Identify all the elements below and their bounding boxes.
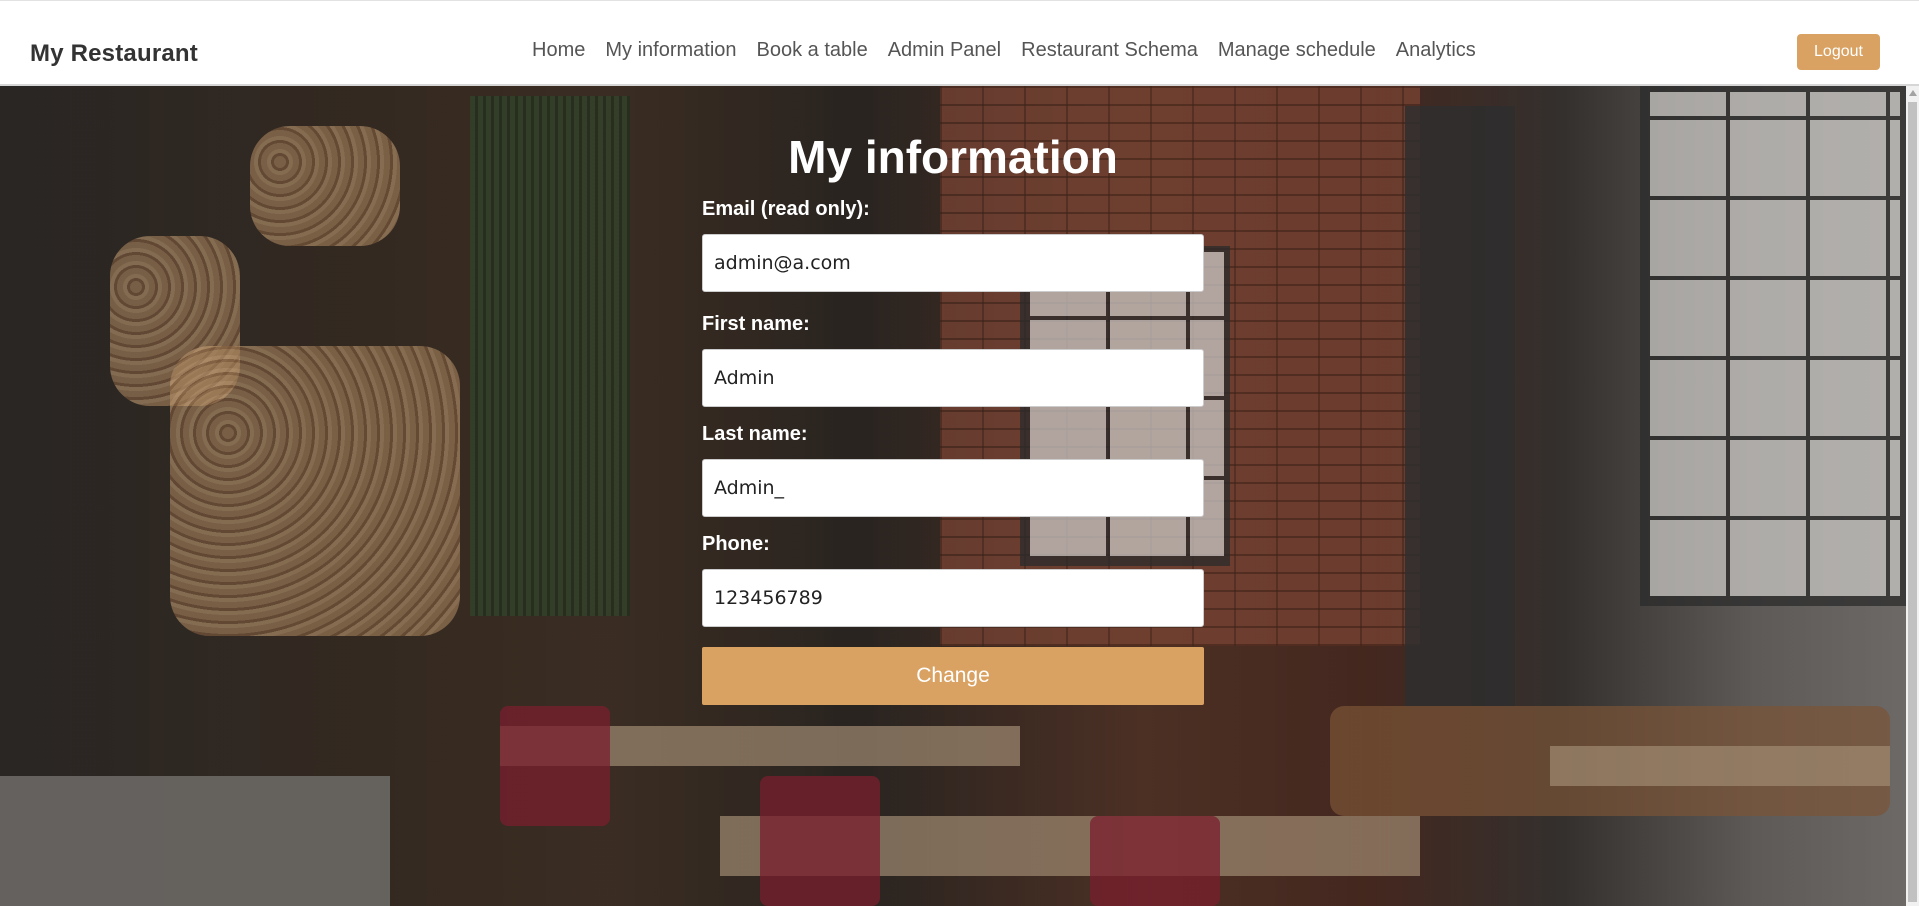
first-name-field[interactable] [702, 349, 1204, 407]
nav-link-restaurant-schema[interactable]: Restaurant Schema [1011, 39, 1208, 62]
first-name-label: First name: [702, 313, 810, 335]
top-navbar: My Restaurant Home My information Book a… [0, 0, 1919, 86]
scrollbar-thumb[interactable] [1908, 102, 1917, 902]
nav-link-analytics[interactable]: Analytics [1386, 39, 1486, 62]
scroll-up-icon[interactable] [1909, 90, 1917, 96]
page-scrollbar[interactable] [1906, 86, 1919, 906]
bar-counter [0, 776, 390, 906]
main-nav: Home My information Book a table Admin P… [532, 39, 1486, 62]
last-name-label: Last name: [702, 423, 808, 445]
firewood-stack [170, 346, 460, 636]
brand-logo[interactable]: My Restaurant [30, 40, 198, 68]
dining-chair [760, 776, 880, 906]
page-title: My information [788, 131, 1118, 183]
phone-label: Phone: [702, 533, 770, 555]
change-button[interactable]: Change [702, 647, 1204, 705]
phone-field[interactable] [702, 569, 1204, 627]
nav-link-admin-panel[interactable]: Admin Panel [878, 39, 1011, 62]
last-name-field[interactable] [702, 459, 1204, 517]
email-field[interactable] [702, 234, 1204, 292]
firewood-stack [250, 126, 400, 246]
nav-link-manage-schedule[interactable]: Manage schedule [1208, 39, 1386, 62]
nav-link-my-information[interactable]: My information [595, 39, 746, 62]
dining-chair [1090, 816, 1220, 906]
email-label: Email (read only): [702, 198, 870, 220]
nav-link-home[interactable]: Home [532, 39, 595, 62]
wine-bottle-rack [470, 96, 630, 616]
dining-chair [500, 706, 610, 826]
dining-table [1550, 746, 1890, 786]
logout-button[interactable]: Logout [1797, 34, 1880, 70]
window-frame [1640, 86, 1906, 606]
nav-link-book-a-table[interactable]: Book a table [747, 39, 878, 62]
menu-chalkboard [1405, 106, 1515, 706]
